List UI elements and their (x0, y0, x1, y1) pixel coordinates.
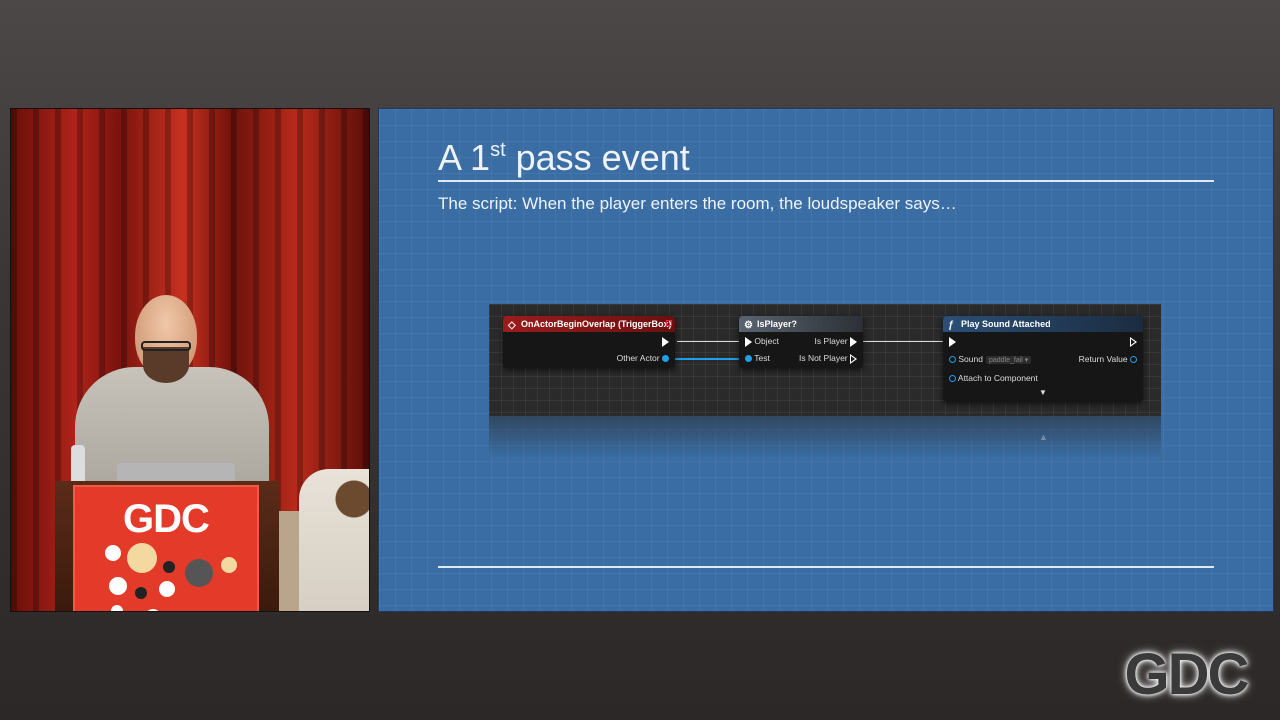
title-superscript: st (490, 139, 506, 161)
graph-reflection: ▲ (489, 416, 1161, 458)
speaker-beard (143, 347, 189, 383)
slide-subtitle: The script: When the player enters the r… (438, 194, 957, 213)
slide-title: A 1st pass event (438, 137, 690, 179)
title-main: A 1 (438, 137, 491, 178)
presentation-slide: A 1st pass event The script: When the pl… (378, 108, 1274, 612)
test-label: Test (754, 353, 770, 363)
sound-asset-dropdown[interactable]: paddle_fail ▾ (985, 356, 1032, 364)
logo-dot (105, 545, 121, 561)
logo-dot (135, 587, 147, 599)
attach-component-pin[interactable]: Attach to Component (949, 373, 1038, 383)
logo-dot (145, 609, 161, 611)
other-actor-label: Other Actor (616, 353, 660, 363)
data-pin-hollow-icon[interactable] (949, 375, 956, 383)
logo-dot (163, 561, 175, 573)
isplayer-node[interactable]: ⚙ IsPlayer? Object Test Is Player Is Not… (739, 316, 863, 368)
podium-gdc-logo: GDC (123, 497, 210, 541)
gear-icon: ⚙ (744, 320, 753, 331)
actor-wire (667, 358, 741, 360)
event-diamond-icon: ◇ (508, 320, 516, 331)
speaker-video: GDC (10, 108, 370, 612)
isplayer-node-header: ⚙ IsPlayer? (739, 316, 863, 332)
data-pin-hollow-icon[interactable] (949, 356, 956, 364)
reflected-arrow-icon: ▲ (1039, 432, 1048, 442)
podium-sign: GDC (73, 485, 259, 612)
return-value-label: Return Value (1078, 354, 1128, 364)
event-node[interactable]: ◇ OnActorBeginOverlap (TriggerBox) Other… (503, 316, 675, 368)
play-sound-node-header: ƒ Play Sound Attached (943, 316, 1143, 332)
return-value-pin[interactable]: Return Value (1079, 354, 1137, 364)
other-actor-pin[interactable]: Other Actor (617, 353, 669, 363)
is-player-pin[interactable]: Is Player (815, 336, 857, 347)
data-pin-icon[interactable] (662, 355, 669, 363)
expand-arrow-icon[interactable]: ▼ (1039, 388, 1047, 397)
speaker-glasses (141, 341, 191, 351)
test-pin[interactable]: Test (745, 353, 770, 363)
play-sound-node-title: Play Sound Attached (961, 319, 1051, 329)
object-pin[interactable]: Object (745, 336, 779, 347)
attach-component-label: Attach to Component (957, 373, 1038, 383)
delegate-pin-icon (666, 320, 672, 326)
title-divider (438, 180, 1214, 182)
logo-dot (159, 581, 175, 597)
is-not-player-pin[interactable]: Is Not Player (798, 353, 857, 364)
gdc-corner-logo: GDC (1124, 642, 1250, 707)
event-exec-out[interactable] (662, 336, 669, 347)
play-sound-exec-out[interactable] (1130, 336, 1137, 347)
exec-pin-icon[interactable] (949, 336, 956, 347)
play-sound-node[interactable]: ƒ Play Sound Attached Sound paddle_fail ▾… (943, 316, 1143, 402)
logo-dot (221, 557, 237, 573)
logo-dot (185, 559, 213, 587)
data-pin-hollow-icon[interactable] (1130, 356, 1137, 364)
footer-divider (438, 566, 1214, 568)
object-label: Object (754, 336, 779, 346)
sound-label: Sound (958, 354, 983, 364)
blueprint-graph: ◇ OnActorBeginOverlap (TriggerBox) Other… (489, 304, 1161, 416)
seated-panelist (299, 469, 369, 611)
event-node-header: ◇ OnActorBeginOverlap (TriggerBox) (503, 316, 675, 332)
exec-pin-hollow-icon[interactable] (1130, 336, 1137, 347)
event-node-title: OnActorBeginOverlap (TriggerBox) (521, 319, 672, 329)
function-icon: ƒ (948, 320, 954, 331)
logo-dot (109, 577, 127, 595)
exec-wire-1 (677, 341, 741, 342)
exec-pin-hollow-icon[interactable] (850, 353, 857, 364)
logo-dot (111, 605, 123, 611)
exec-pin-icon[interactable] (850, 336, 857, 347)
logo-dot (127, 543, 157, 573)
exec-pin-icon[interactable] (662, 336, 669, 347)
sound-pin[interactable]: Sound paddle_fail ▾ (949, 354, 1032, 364)
data-pin-icon[interactable] (745, 355, 752, 363)
play-sound-exec-in[interactable] (949, 336, 956, 347)
title-rest: pass event (505, 137, 690, 178)
sound-asset-value: paddle_fail (988, 357, 1023, 364)
isplayer-node-title: IsPlayer? (757, 319, 798, 329)
is-not-player-label: Is Not Player (798, 353, 848, 363)
exec-wire-2 (859, 341, 943, 342)
is-player-label: Is Player (814, 336, 848, 346)
exec-pin-icon[interactable] (745, 336, 752, 347)
logo-dot (173, 611, 205, 612)
microphone (71, 445, 85, 485)
